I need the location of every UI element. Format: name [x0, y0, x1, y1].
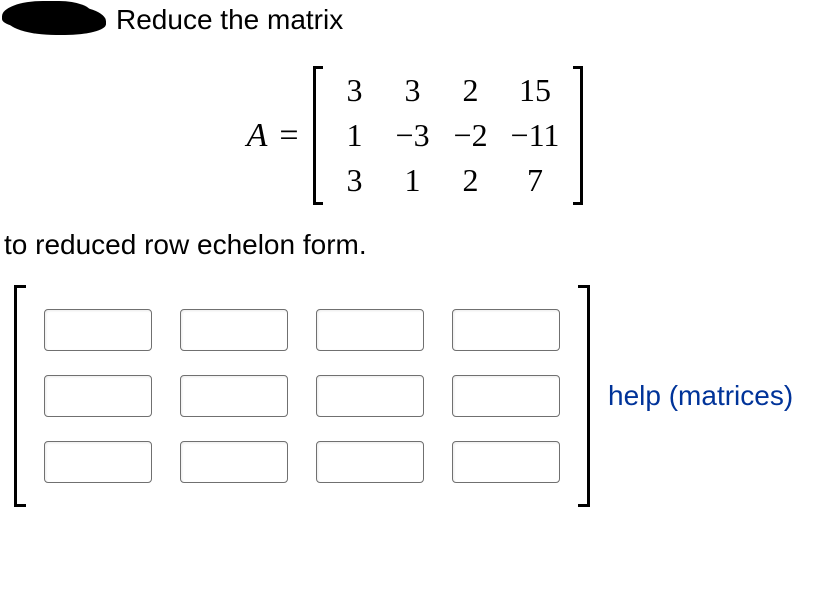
matrix-cell: −2	[453, 117, 489, 154]
answer-cell-1-0[interactable]	[44, 375, 152, 417]
answer-cell-1-1[interactable]	[180, 375, 288, 417]
matrix-bracket-wrap: 3 3 2 15 1 −3 −2 −11 3 1 2 7	[313, 66, 584, 205]
answer-matrix-wrap	[14, 285, 590, 507]
answer-cell-2-0[interactable]	[44, 441, 152, 483]
matrix-cell: 2	[453, 72, 489, 109]
answer-cell-0-0[interactable]	[44, 309, 152, 351]
answer-right-bracket	[578, 285, 590, 507]
matrix-cell: 3	[337, 162, 373, 199]
matrix-cell: −11	[511, 117, 560, 154]
matrix-right-bracket	[573, 66, 583, 205]
to-rref-text: to reduced row echelon form.	[4, 229, 830, 261]
answer-cell-0-3[interactable]	[452, 309, 560, 351]
answer-grid	[26, 285, 578, 507]
matrix-cell: 1	[337, 117, 373, 154]
matrix-variable-label: A	[247, 117, 268, 155]
matrix-cell: 1	[395, 162, 431, 199]
problem-intro-text: Reduce the matrix	[116, 4, 343, 36]
help-matrices-link[interactable]: help (matrices)	[608, 380, 793, 412]
answer-cell-1-2[interactable]	[316, 375, 424, 417]
matrix-cell: 3	[395, 72, 431, 109]
answer-row: help (matrices)	[0, 285, 830, 507]
equals-sign: =	[279, 117, 298, 155]
problem-header: Reduce the matrix	[0, 0, 830, 36]
matrix-cell: −3	[395, 117, 431, 154]
matrix-grid: 3 3 2 15 1 −3 −2 −11 3 1 2 7	[323, 66, 574, 205]
matrix-left-bracket	[313, 66, 323, 205]
answer-left-bracket	[14, 285, 26, 507]
answer-cell-0-2[interactable]	[316, 309, 424, 351]
matrix-cell: 15	[511, 72, 560, 109]
matrix-cell: 2	[453, 162, 489, 199]
matrix-cell: 3	[337, 72, 373, 109]
matrix-cell: 7	[511, 162, 560, 199]
answer-cell-2-3[interactable]	[452, 441, 560, 483]
matrix-display: A = 3 3 2 15 1 −3 −2 −11 3 1 2 7	[0, 66, 830, 205]
answer-cell-2-2[interactable]	[316, 441, 424, 483]
answer-cell-2-1[interactable]	[180, 441, 288, 483]
answer-cell-0-1[interactable]	[180, 309, 288, 351]
obscured-number-scribble	[6, 5, 106, 35]
answer-cell-1-3[interactable]	[452, 375, 560, 417]
